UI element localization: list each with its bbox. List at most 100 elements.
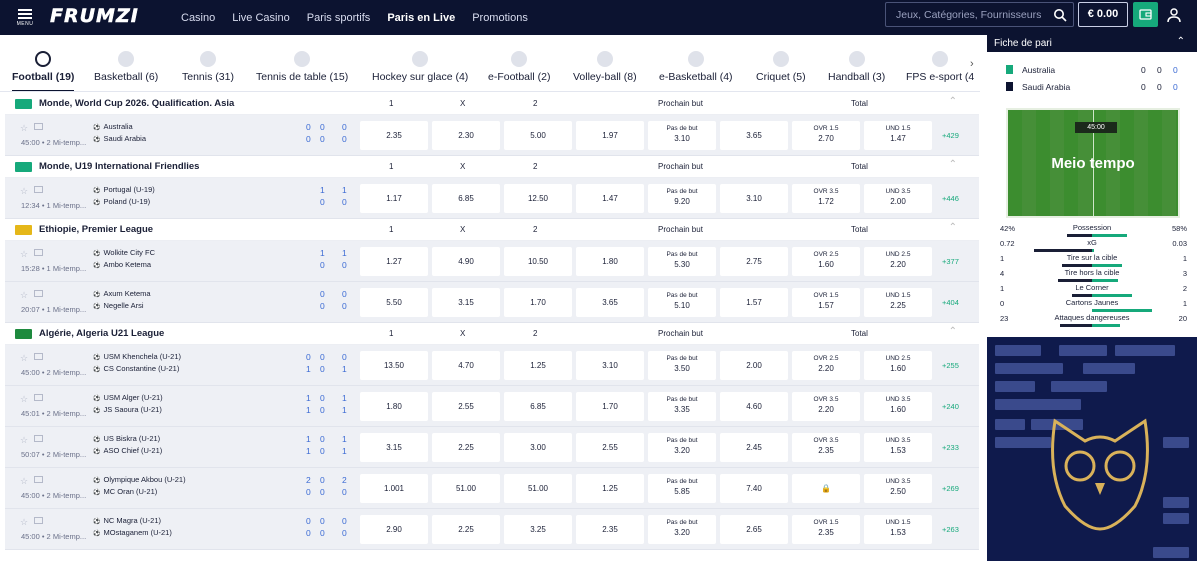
odds-button[interactable]: 1.70 xyxy=(504,288,572,317)
next-goal-button[interactable]: Pas de but 5.30 xyxy=(648,247,716,276)
nav-item[interactable]: Promotions xyxy=(472,12,528,24)
collapse-icon[interactable]: ⌃ xyxy=(949,326,957,337)
under-button[interactable]: UND 2.5 2.20 xyxy=(864,247,932,276)
match-row[interactable]: ☆ 45:00 • 2 Mi-temp... NC Magra (U-21) MOst… xyxy=(5,509,979,550)
more-markets-link[interactable]: +404 xyxy=(942,298,959,307)
next-goal-button[interactable]: Pas de but 3.50 xyxy=(648,351,716,380)
over-button[interactable]: OVR 2.5 1.60 xyxy=(792,247,860,276)
odds-button[interactable]: 2.55 xyxy=(576,433,644,462)
odds-button[interactable]: 1.57 xyxy=(720,288,788,317)
odds-button[interactable]: 6.85 xyxy=(432,184,500,213)
under-button[interactable]: UND 3.5 2.50 xyxy=(864,474,932,503)
next-goal-button[interactable]: Pas de but 3.20 xyxy=(648,433,716,462)
sport-tab[interactable]: Basketball (6) xyxy=(94,44,158,91)
nav-item[interactable]: Paris en Live xyxy=(387,12,455,24)
over-button[interactable]: OVR 3.5 1.72 xyxy=(792,184,860,213)
odds-button[interactable]: 1.001 xyxy=(360,474,428,503)
over-button[interactable]: OVR 3.5 2.35 xyxy=(792,433,860,462)
sport-tab[interactable]: Football (19) xyxy=(12,44,75,91)
under-button[interactable]: UND 1.5 1.53 xyxy=(864,515,932,544)
odds-button[interactable]: 1.47 xyxy=(576,184,644,213)
under-button[interactable]: UND 3.5 1.53 xyxy=(864,433,932,462)
sport-tab[interactable]: e-Basketball (4) xyxy=(659,44,733,91)
odds-button[interactable]: 3.10 xyxy=(720,184,788,213)
odds-button[interactable]: 1.80 xyxy=(576,247,644,276)
odds-button[interactable]: 2.00 xyxy=(720,351,788,380)
more-markets-link[interactable]: +269 xyxy=(942,484,959,493)
next-goal-button[interactable]: Pas de but 3.20 xyxy=(648,515,716,544)
odds-button[interactable]: 2.30 xyxy=(432,121,500,150)
match-row[interactable]: ☆ 45:00 • 2 Mi-temp... Australia Saudi Arab… xyxy=(5,115,979,156)
stats-icon[interactable] xyxy=(34,435,43,442)
odds-button[interactable]: 6.85 xyxy=(504,392,572,421)
odds-button[interactable]: 51.00 xyxy=(432,474,500,503)
odds-button[interactable]: 2.90 xyxy=(360,515,428,544)
sport-tab[interactable]: Handball (3) xyxy=(828,44,885,91)
odds-button[interactable]: 2.55 xyxy=(432,392,500,421)
favorite-star-icon[interactable]: ☆ xyxy=(20,123,28,134)
sport-tab[interactable]: Criquet (5) xyxy=(756,44,806,91)
odds-button[interactable]: 3.10 xyxy=(576,351,644,380)
balance-button[interactable]: € 0.00 xyxy=(1078,2,1128,27)
next-goal-button[interactable]: Pas de but 3.10 xyxy=(648,121,716,150)
nav-item[interactable]: Paris sportifs xyxy=(307,12,371,24)
odds-button[interactable]: 2.35 xyxy=(576,515,644,544)
collapse-icon[interactable]: ⌃ xyxy=(949,222,957,233)
wallet-button[interactable] xyxy=(1133,2,1158,27)
next-goal-button[interactable]: Pas de but 3.35 xyxy=(648,392,716,421)
odds-button[interactable]: 1.25 xyxy=(576,474,644,503)
match-row[interactable]: ☆ 15:28 • 1 Mi-temp... Wolkite City FC Ambo… xyxy=(5,241,979,282)
odds-button[interactable]: 12.50 xyxy=(504,184,572,213)
favorite-star-icon[interactable]: ☆ xyxy=(20,186,28,197)
odds-button[interactable]: 1.17 xyxy=(360,184,428,213)
under-button[interactable]: UND 3.5 2.00 xyxy=(864,184,932,213)
odds-button[interactable]: 4.70 xyxy=(432,351,500,380)
odds-button[interactable]: 7.40 xyxy=(720,474,788,503)
sport-tab[interactable]: Tennis (31) xyxy=(182,44,234,91)
over-button[interactable]: OVR 2.5 2.20 xyxy=(792,351,860,380)
odds-button[interactable]: 2.25 xyxy=(432,515,500,544)
match-row[interactable]: ☆ 50:07 • 2 Mi-temp... US Biskra (U-21) ASO… xyxy=(5,427,979,468)
nav-item[interactable]: Live Casino xyxy=(232,12,289,24)
stats-icon[interactable] xyxy=(34,394,43,401)
stats-icon[interactable] xyxy=(34,517,43,524)
favorite-star-icon[interactable]: ☆ xyxy=(20,435,28,446)
next-goal-button[interactable]: Pas de but 5.10 xyxy=(648,288,716,317)
stats-icon[interactable] xyxy=(34,249,43,256)
match-row[interactable]: ☆ 12:34 • 1 Mi-temp... Portugal (U-19) Pola… xyxy=(5,178,979,219)
match-row[interactable]: ☆ 20:07 • 1 Mi-temp... Axum Ketema Negelle … xyxy=(5,282,979,323)
odds-button[interactable]: 10.50 xyxy=(504,247,572,276)
odds-button[interactable]: 2.25 xyxy=(432,433,500,462)
sport-tab[interactable]: Tennis de table (15) xyxy=(256,44,348,91)
stats-icon[interactable] xyxy=(34,186,43,193)
match-row[interactable]: ☆ 45:01 • 2 Mi-temp... USM Alger (U-21) JS … xyxy=(5,386,979,427)
odds-button[interactable]: 2.75 xyxy=(720,247,788,276)
match-row[interactable]: ☆ 45:00 • 2 Mi-temp... USM Khenchela (U-21… xyxy=(5,345,979,386)
odds-button[interactable]: 1.27 xyxy=(360,247,428,276)
over-button[interactable]: OVR 1.5 1.57 xyxy=(792,288,860,317)
more-markets-link[interactable]: +377 xyxy=(942,257,959,266)
sport-tab[interactable]: e-Football (2) xyxy=(488,44,550,91)
odds-button[interactable]: 13.50 xyxy=(360,351,428,380)
odds-button[interactable]: 3.00 xyxy=(504,433,572,462)
stats-icon[interactable] xyxy=(34,476,43,483)
favorite-star-icon[interactable]: ☆ xyxy=(20,290,28,301)
logo[interactable]: FRUMZI xyxy=(50,5,139,28)
odds-button[interactable]: 5.50 xyxy=(360,288,428,317)
odds-button[interactable]: 1.97 xyxy=(576,121,644,150)
odds-button[interactable]: 4.90 xyxy=(432,247,500,276)
odds-button[interactable]: 3.25 xyxy=(504,515,572,544)
favorite-star-icon[interactable]: ☆ xyxy=(20,249,28,260)
odds-button[interactable]: 1.70 xyxy=(576,392,644,421)
over-button[interactable]: OVR 1.5 2.35 xyxy=(792,515,860,544)
sport-tab[interactable]: Hockey sur glace (4) xyxy=(372,44,468,91)
stats-icon[interactable] xyxy=(34,123,43,130)
odds-button[interactable]: 4.60 xyxy=(720,392,788,421)
search-icon[interactable] xyxy=(1053,8,1067,22)
odds-button[interactable]: 1.80 xyxy=(360,392,428,421)
under-button[interactable]: UND 1.5 2.25 xyxy=(864,288,932,317)
over-button[interactable]: OVR 3.5 2.20 xyxy=(792,392,860,421)
user-icon[interactable] xyxy=(1166,7,1182,23)
under-button[interactable]: UND 1.5 1.47 xyxy=(864,121,932,150)
collapse-icon[interactable]: ⌃ xyxy=(949,96,957,107)
